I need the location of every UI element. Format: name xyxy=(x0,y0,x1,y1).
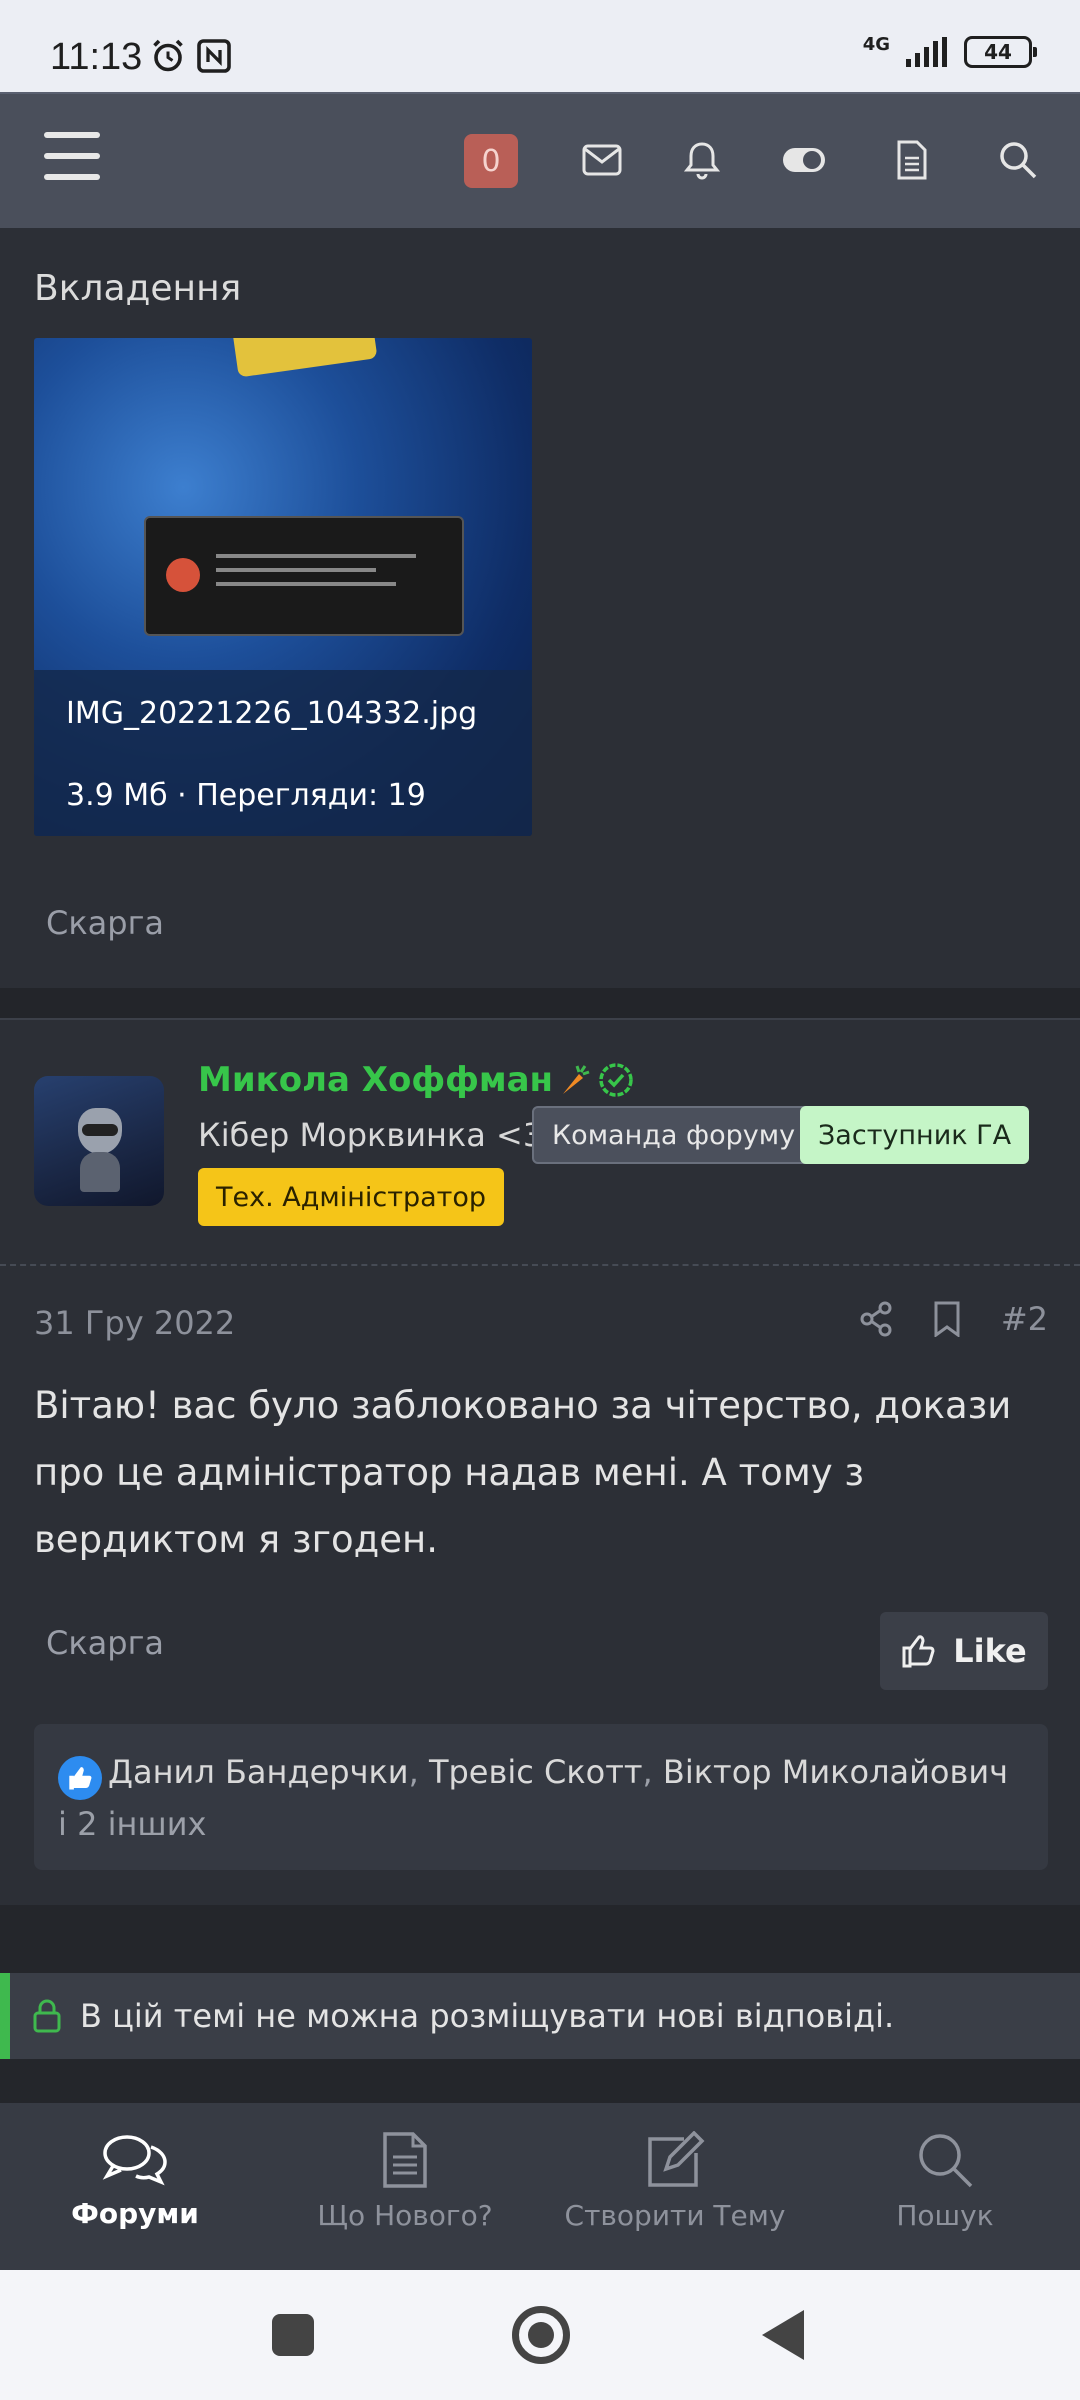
badge-forum-team: Команда форуму xyxy=(532,1106,816,1164)
avatar[interactable] xyxy=(34,1076,164,1206)
battery-indicator: 44 xyxy=(964,36,1037,68)
status-bar: 11:13 4G 44 xyxy=(0,0,1080,92)
user-title: Кібер Морквинка <3 xyxy=(198,1116,544,1154)
likes-summary: Данил Бандерчки, Тревіс Скотт, Віктор Ми… xyxy=(34,1724,1048,1870)
attachment-file-meta: 3.9 Мб · Перегляди: 19 xyxy=(66,778,426,813)
badge-tech-admin: Тех. Адміністратор xyxy=(198,1168,505,1226)
liker-name[interactable]: Тревіс Скотт xyxy=(429,1753,643,1791)
post-date[interactable]: 31 Гру 2022 xyxy=(34,1304,235,1342)
thread-locked-text: В цій темі не можна розміщувати нові від… xyxy=(80,1997,895,2035)
attachment-thumbnail[interactable]: IMG_20221226_104332.jpg 3.9 Мб · Перегля… xyxy=(34,338,532,836)
mail-icon[interactable] xyxy=(578,136,626,184)
attachments-title: Вкладення xyxy=(34,268,242,309)
status-time: 11:13 xyxy=(50,36,143,78)
forum-post: Микола Хоффман Кібер Морквинка <3 Команд… xyxy=(0,1020,1080,1905)
nav-search[interactable]: Пошук xyxy=(810,2103,1080,2270)
post-body: Вітаю! вас було заблоковано за чітерство… xyxy=(34,1384,1012,1561)
nav-whats-new[interactable]: Що Нового? xyxy=(270,2103,540,2270)
carrot-icon xyxy=(563,1065,590,1094)
document-icon xyxy=(383,2132,427,2188)
nav-label: Створити Тему xyxy=(564,2199,786,2232)
system-navigation-bar xyxy=(0,2270,1080,2400)
thumbs-up-icon xyxy=(902,1635,935,1668)
app-header: 0 xyxy=(0,92,1080,228)
recent-apps-button[interactable] xyxy=(272,2314,314,2356)
post-number[interactable]: #2 xyxy=(1001,1300,1048,1338)
home-button[interactable] xyxy=(512,2306,570,2364)
likes-others-link[interactable]: і 2 інших xyxy=(58,1805,206,1843)
search-icon xyxy=(919,2134,973,2188)
badge-deputy: Заступник ГА xyxy=(800,1106,1030,1164)
edit-icon xyxy=(648,2131,705,2187)
bookmark-icon[interactable] xyxy=(933,1301,961,1337)
document-icon[interactable] xyxy=(888,136,936,184)
report-link[interactable]: Скарга xyxy=(46,1624,164,1662)
attachment-file-name[interactable]: IMG_20221226_104332.jpg xyxy=(66,696,477,731)
bottom-navigation: Форуми Що Нового? Створити Тему Пошук xyxy=(0,2103,1080,2270)
liker-name[interactable]: Віктор Миколайович xyxy=(663,1753,1008,1791)
nav-forums[interactable]: Форуми xyxy=(0,2103,270,2270)
verified-icon xyxy=(599,1063,633,1097)
like-button[interactable]: Like xyxy=(880,1612,1048,1690)
back-button[interactable] xyxy=(762,2310,804,2360)
post-author-name[interactable]: Микола Хоффман xyxy=(198,1060,553,1100)
report-link[interactable]: Скарга xyxy=(46,904,164,942)
alarm-icon xyxy=(153,39,183,72)
nav-create-thread[interactable]: Створити Тему xyxy=(540,2103,810,2270)
bell-icon[interactable] xyxy=(678,136,726,184)
chat-bubbles-icon xyxy=(102,2135,167,2186)
signal-icon xyxy=(906,37,947,67)
nav-label: Форуми xyxy=(71,2197,199,2230)
like-reaction-icon xyxy=(58,1756,102,1800)
liker-name[interactable]: Данил Бандерчки xyxy=(108,1753,409,1791)
lock-icon xyxy=(33,1999,61,2033)
search-icon[interactable] xyxy=(994,136,1042,184)
nfc-icon xyxy=(197,39,231,73)
nav-label: Пошук xyxy=(896,2199,994,2232)
post-author[interactable]: Микола Хоффман xyxy=(198,1060,635,1100)
notification-count-badge[interactable]: 0 xyxy=(464,134,518,188)
menu-icon[interactable] xyxy=(44,132,100,180)
thread-locked-notice: В цій темі не можна розміщувати нові від… xyxy=(0,1973,1080,2059)
attachments-section: Вкладення IMG_20221226_104332.jpg 3.9 Мб… xyxy=(0,228,1080,988)
like-label: Like xyxy=(953,1632,1027,1670)
toggle-icon[interactable] xyxy=(780,136,828,184)
nav-label: Що Нового? xyxy=(317,2199,493,2232)
post-separator xyxy=(0,988,1080,1020)
share-icon[interactable] xyxy=(859,1301,893,1337)
network-type: 4G xyxy=(862,33,890,55)
